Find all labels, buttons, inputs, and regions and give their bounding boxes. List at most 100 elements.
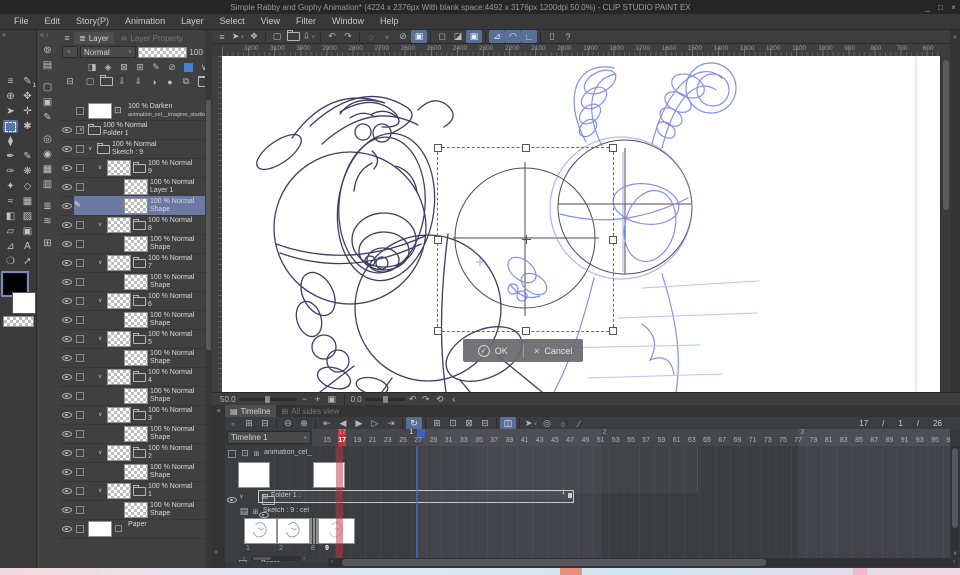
layer-row[interactable]: ⊡ 100 % Darken animation_cel__imagine_stud… [60, 101, 205, 121]
quick-access-icon[interactable]: ▢ [40, 81, 55, 94]
layer-row[interactable]: 100 % Normal Shape [60, 234, 205, 254]
layer-checkbox[interactable] [76, 164, 84, 172]
expand-caret-icon[interactable]: ∨ [79, 126, 83, 133]
track-sketch-name[interactable]: Sketch : 9 : cel [263, 507, 315, 514]
move-layer-tool-icon[interactable]: ✛ [20, 105, 35, 118]
timeline-horizontal-scrollbar[interactable]: ‹ › [328, 558, 958, 567]
transform-handle[interactable] [521, 327, 530, 335]
layer-thumbnail[interactable] [124, 312, 148, 328]
crop-selection-icon[interactable]: ▣ [411, 30, 427, 43]
layer-row[interactable]: ∨ 100 % Normal 5 [60, 329, 205, 349]
ruler-range-icon[interactable]: ⊘ [164, 61, 180, 74]
frame-border-tool-icon[interactable]: ▣ [20, 225, 35, 238]
track-folder1-visibility-icon[interactable] [227, 495, 237, 504]
blend-mode-select[interactable]: Normal ∨ [79, 46, 136, 58]
zoom-out-icon[interactable]: − [300, 393, 310, 406]
border-gradient-icon[interactable]: ◪ [450, 30, 466, 43]
transform-handle[interactable] [434, 327, 442, 335]
expand-caret-icon[interactable]: ∨ [98, 487, 102, 494]
layer-panel-menu-icon[interactable]: ≡ [62, 32, 72, 45]
snap-to-grid-icon[interactable]: ∟ [521, 30, 537, 43]
layer-visibility-icon[interactable] [62, 239, 72, 248]
enable-keyframe-icon[interactable]: ◈ [100, 61, 116, 74]
clear-selection-icon[interactable]: ⊘ [395, 30, 411, 43]
layer-thumbnail[interactable] [107, 293, 131, 309]
menu-storyp[interactable]: Story(P) [68, 14, 117, 29]
timeline-collapse-icon[interactable]: « [214, 549, 218, 556]
clip-end-handle[interactable] [568, 493, 572, 498]
reselect-icon[interactable]: ▫ [379, 30, 395, 43]
color-set-icon[interactable]: ▦ [40, 163, 55, 176]
expand-caret-icon[interactable]: ∨ [88, 145, 92, 152]
layer-thumbnail[interactable] [107, 369, 131, 385]
layer-checkbox[interactable] [76, 392, 84, 400]
maximize-button[interactable]: □ [934, 3, 947, 12]
color-sliders-icon[interactable]: ▥ [40, 178, 55, 191]
hand-tool-icon[interactable]: ✥ [20, 90, 35, 103]
layer-visibility-icon[interactable] [62, 391, 72, 400]
tab-timeline[interactable]: ▤ Timeline [225, 405, 276, 417]
layer-row[interactable]: ▢ Paper [60, 519, 205, 539]
layer-thumbnail[interactable] [88, 103, 112, 119]
workspace-icon[interactable]: ❖ [246, 30, 262, 43]
tab-layer[interactable]: ≣ Layer [74, 32, 114, 44]
timeline-zoom-out-icon[interactable]: ⊖ [280, 417, 296, 430]
frame-thumbnail-icon[interactable]: ▫ [225, 417, 241, 430]
transform-handle[interactable] [521, 144, 530, 152]
snap-to-ruler-icon[interactable]: ⊿ [489, 30, 505, 43]
layer-visibility-icon[interactable] [62, 429, 72, 438]
track-folder1-name[interactable]: Folder 1 : [271, 492, 331, 499]
object-tool-icon[interactable]: ➤ ∨ [230, 30, 246, 43]
layer-visibility-icon[interactable] [62, 353, 72, 362]
layer-row[interactable]: ∨ 100 % Normal 4 [60, 367, 205, 387]
decoration-tool-icon[interactable]: ✦ [3, 180, 18, 193]
layer-row[interactable]: ∨ 100 % Normal 2 [60, 443, 205, 463]
navigator-icon[interactable]: ⊚ [40, 44, 55, 57]
canvas-surface[interactable]: ✓ OK × Cancel [222, 56, 940, 392]
layer-checkbox[interactable] [76, 278, 84, 286]
transform-handle[interactable] [609, 235, 617, 244]
layer-visibility-icon[interactable] [62, 144, 72, 153]
layer-thumbnail[interactable] [124, 236, 148, 252]
rotate-right-icon[interactable]: ↷ [421, 393, 431, 406]
layer-property-icon[interactable]: ≋ [40, 215, 55, 228]
expand-caret-icon[interactable]: ∨ [98, 164, 102, 171]
layer-checkbox[interactable] [76, 373, 84, 381]
layer-thumbnail[interactable] [107, 255, 131, 271]
timeline-vertical-scrollbar[interactable]: ∨ [951, 446, 959, 557]
cel-thumbnail[interactable] [277, 518, 310, 544]
layer-row[interactable]: 100 % Normal Shape [60, 462, 205, 482]
pen-pressure-icon[interactable]: ✎ [40, 111, 55, 124]
layer-thumbnail[interactable] [88, 521, 112, 537]
material-icon[interactable]: ⊞ [40, 237, 55, 250]
tab-layer-property[interactable]: ≋ Layer Property [116, 32, 188, 44]
layer-thumbnail[interactable] [124, 464, 148, 480]
layer-thumbnail[interactable] [107, 407, 131, 423]
transform-handle[interactable] [434, 235, 442, 244]
timeline-ruler[interactable]: 17 1 2 3 15 17 19 21 23 25 27 29 31 33 35 37 39 41 43 45 47 4… [312, 429, 950, 446]
layer-visibility-icon[interactable] [62, 486, 72, 495]
timeline-zoom-in-icon[interactable]: ⊕ [296, 417, 312, 430]
menu-edit[interactable]: Edit [37, 14, 69, 29]
layer-visibility-icon[interactable] [62, 505, 72, 514]
figure-tool-icon[interactable]: ▱ [3, 225, 18, 238]
eyedropper-tool-icon[interactable]: ⧫ [3, 135, 18, 148]
secondary-color-swatch[interactable] [12, 292, 36, 314]
ok-button[interactable]: ✓ OK [463, 344, 523, 357]
layer-color-icon[interactable] [180, 61, 196, 74]
balloon-tool-icon[interactable]: ❍ [3, 255, 18, 268]
open-file-icon[interactable] [285, 30, 301, 43]
layer-thumbnail[interactable] [124, 179, 148, 195]
create-layer-mask-icon[interactable]: ◑ [146, 75, 162, 88]
ruler-tool-icon[interactable]: ⊿ [3, 240, 18, 253]
minimize-button[interactable]: _ [921, 3, 934, 12]
layer-visibility-icon[interactable] [62, 410, 72, 419]
scroll-right-icon[interactable]: › [953, 559, 955, 565]
menu-window[interactable]: Window [324, 14, 372, 29]
menu-select[interactable]: Select [212, 14, 253, 29]
layer-row[interactable]: ∨ 100 % Normal 6 [60, 291, 205, 311]
redo-icon[interactable]: ↷ [340, 30, 356, 43]
layer-checkbox[interactable] [76, 449, 84, 457]
layer-thumbnail[interactable] [124, 350, 148, 366]
zoom-in-icon[interactable]: + [313, 393, 323, 406]
